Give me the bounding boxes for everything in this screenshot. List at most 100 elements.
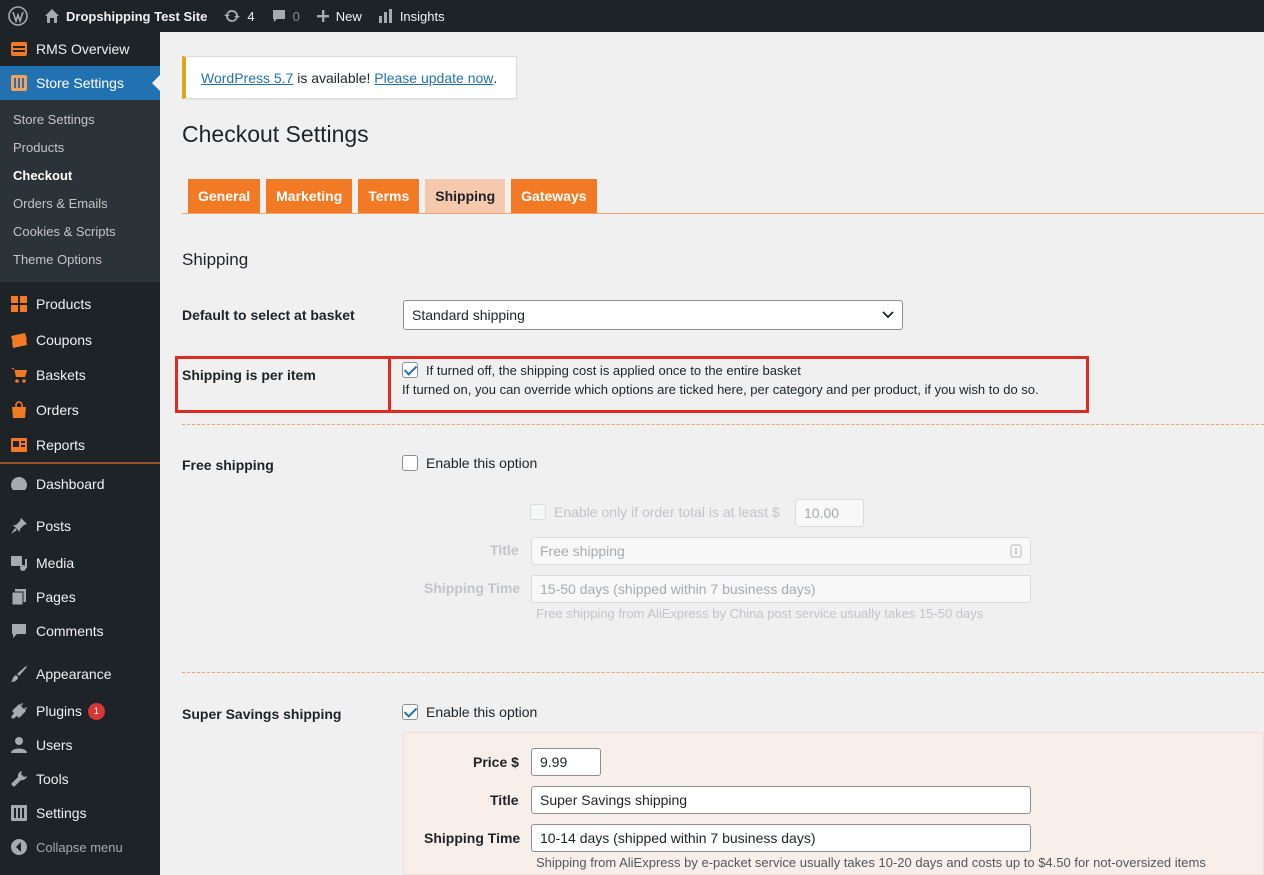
menu-reports[interactable]: Reports [0,427,160,462]
coupon-icon [9,330,29,350]
settings-sliders-icon [9,803,29,823]
super-title-input[interactable]: Super Savings shipping [531,786,1031,814]
notice-end: . [493,69,498,86]
collapse-menu-button[interactable]: Collapse menu [0,830,160,864]
submenu-products[interactable]: Products [0,134,160,162]
plugins-update-badge: 1 [87,702,105,720]
price-label: Price $ [473,754,519,770]
free-shipping-checkbox[interactable] [402,455,418,471]
super-time-input[interactable]: 10-14 days (shipped within 7 business da… [531,824,1031,852]
menu-label: Store Settings [36,75,124,91]
reports-icon [9,435,29,455]
menu-posts[interactable]: Posts [0,506,160,546]
tab-general[interactable]: General [188,179,261,213]
plug-icon [9,701,29,721]
page-title: Checkout Settings [182,121,369,147]
min-total-option: Enable only if order total is at least $ [530,504,780,520]
new-content-link[interactable]: New [308,0,370,32]
menu-label: Products [36,296,92,312]
free-title-placeholder: Free shipping [540,543,625,559]
insights-link[interactable]: Insights [370,0,453,32]
input-menu-icon [1010,544,1022,558]
tab-gateways[interactable]: Gateways [511,179,597,213]
new-label: New [335,8,362,24]
menu-label: Media [36,555,75,571]
menu-label: RMS Overview [36,41,130,57]
min-total-checkbox[interactable] [530,504,546,520]
update-now-link[interactable]: Please update now [374,70,493,86]
menu-label: Collapse menu [36,839,123,855]
tab-marketing[interactable]: Marketing [266,179,353,213]
tab-shipping[interactable]: Shipping [425,179,506,213]
settings-tabs: General Marketing Terms Shipping Gateway… [188,179,603,213]
default-basket-label: Default to select at basket [182,307,355,323]
submenu-orders-emails[interactable]: Orders & Emails [0,190,160,218]
store-settings-submenu: Store Settings Products Checkout Orders … [0,100,160,282]
menu-settings[interactable]: Settings [0,796,160,830]
menu-pages[interactable]: Pages [0,580,160,614]
tabs-divider [182,213,1264,214]
per-item-checkbox[interactable] [402,362,418,378]
divider [182,424,1264,425]
submenu-theme-options[interactable]: Theme Options [0,246,160,274]
plus-icon [316,10,329,22]
default-shipping-select[interactable]: Standard shipping [403,300,903,330]
user-icon [9,735,29,755]
menu-rms-overview[interactable]: RMS Overview [0,32,160,66]
notice-text: is available! [293,69,375,86]
default-shipping-value: Standard shipping [412,307,525,323]
menu-plugins[interactable]: Plugins 1 [0,694,160,728]
chevron-down-icon [882,311,894,319]
menu-label: Dashboard [36,476,105,492]
super-time-label: Shipping Time [424,830,521,846]
menu-label: Posts [36,518,72,534]
super-savings-enable: Enable this option [402,704,537,720]
free-time-input[interactable]: 15-50 days (shipped within 7 business da… [531,575,1031,603]
price-input[interactable]: 9.99 [531,748,601,776]
highlight-box-label [175,356,391,413]
wrench-icon [9,769,29,789]
admin-bar: Dropshipping Test Site 4 0 New Insights [0,0,1264,32]
menu-media[interactable]: Media [0,546,160,580]
min-total-value: 10.00 [804,505,840,521]
submenu-store-settings[interactable]: Store Settings [0,106,160,134]
super-savings-checkbox[interactable] [402,704,418,720]
super-savings-panel: Price $ 9.99 Title Super Savings shippin… [403,732,1264,875]
menu-comments[interactable]: Comments [0,614,160,648]
dashboard-icon [9,474,29,494]
home-icon [45,9,59,23]
menu-orders[interactable]: Orders [0,392,160,427]
menu-dashboard[interactable]: Dashboard [0,464,160,504]
menu-label: Baskets [36,366,86,383]
updates-link[interactable]: 4 [215,0,262,32]
site-name-link[interactable]: Dropshipping Test Site [36,0,215,32]
menu-products[interactable]: Products [0,286,160,322]
menu-tools[interactable]: Tools [0,762,160,796]
menu-label: Users [36,737,73,753]
submenu-checkout[interactable]: Checkout [0,162,160,190]
pushpin-icon [9,516,29,536]
min-total-input[interactable]: 10.00 [795,499,864,527]
paintbrush-icon [9,664,29,684]
menu-appearance[interactable]: Appearance [0,654,160,694]
free-title-input[interactable]: Free shipping [531,537,1031,565]
grid-icon [9,294,29,314]
tab-terms[interactable]: Terms [358,179,420,213]
menu-label: Appearance [36,666,112,682]
per-item-help: If turned on, you can override which opt… [402,382,1039,397]
comments-link[interactable]: 0 [263,0,308,32]
submenu-cookies-scripts[interactable]: Cookies & Scripts [0,218,160,246]
menu-baskets[interactable]: Baskets [0,357,160,392]
wordpress-version-link[interactable]: WordPress 5.7 [201,70,293,86]
price-value: 9.99 [540,754,568,770]
admin-sidebar: RMS Overview Store Settings Store Settin… [0,32,160,875]
store-settings-icon [9,73,29,93]
super-savings-label: Super Savings shipping [182,706,342,722]
menu-users[interactable]: Users [0,728,160,762]
menu-coupons[interactable]: Coupons [0,322,160,357]
menu-label: Settings [36,805,87,821]
wordpress-logo-button[interactable] [0,0,36,32]
menu-store-settings[interactable]: Store Settings [0,66,160,100]
comments-count: 0 [292,8,300,24]
menu-label: Pages [36,589,76,605]
